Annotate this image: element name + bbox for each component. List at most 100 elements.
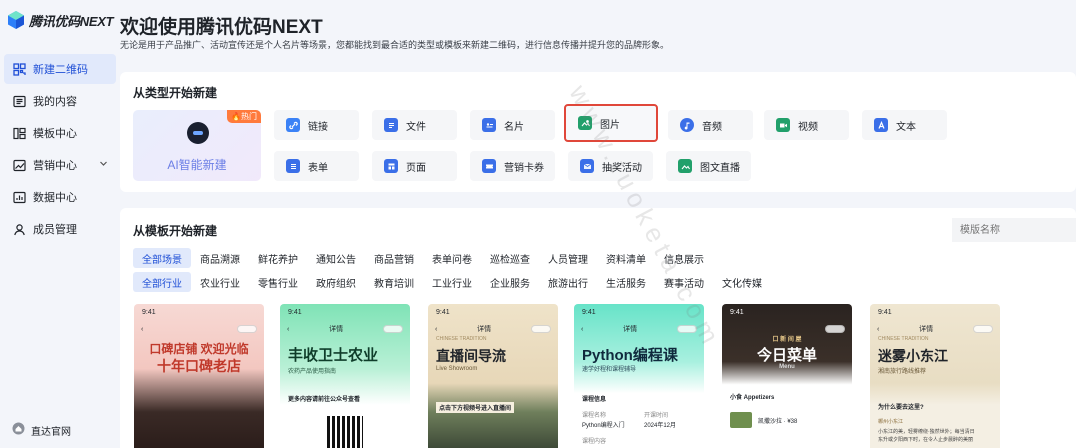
- sidebar: 腾讯优码NEXT 新建二维码 我的内容 模板中心 营销中心 数据中心 成员管理 …: [0, 0, 120, 448]
- template-card[interactable]: 9:41 ‹ 详情 CHINESE TRADITION 直播间导流 Live Sh…: [428, 304, 558, 448]
- sidebar-item-my-content[interactable]: 我的内容: [4, 86, 116, 116]
- back-icon: ‹: [287, 325, 290, 333]
- nav-title: 详情: [477, 326, 492, 333]
- hot-badge: 🔥热门: [227, 110, 261, 123]
- ai-create-label: AI智能新建: [167, 158, 227, 172]
- type-file-button[interactable]: 文件: [372, 110, 457, 140]
- menu-pill-icon: [825, 325, 845, 333]
- template-headline: Python编程课: [582, 347, 678, 364]
- type-label: 链接: [308, 121, 328, 133]
- type-page-button[interactable]: 页面: [372, 151, 457, 181]
- scene-chip[interactable]: 资料清单: [597, 248, 655, 268]
- template-card[interactable]: 9:41 ‹ 详情 CHINESE TRADITION 迷雾小东江 湘南旅行路线推…: [870, 304, 1000, 448]
- template-row-value: 东升或夕阳西下时，在令人止步晨醉的美丽: [878, 437, 974, 443]
- sidebar-item-template-center[interactable]: 模板中心: [4, 118, 116, 148]
- qrcode-icon: [12, 62, 26, 76]
- type-lottery-button[interactable]: 抽奖活动: [568, 151, 653, 181]
- scene-chip[interactable]: 信息展示: [655, 248, 713, 268]
- ai-create-card[interactable]: 🔥热门 AI智能新建: [133, 110, 261, 181]
- scene-chip[interactable]: 全部场景: [133, 248, 191, 268]
- template-card[interactable]: 9:41 口 新 间 屋 今日菜单 Menu 小食 Appetizers 凯撒沙…: [722, 304, 852, 448]
- nav-title: 详情: [623, 326, 638, 333]
- template-headline: 口碑店铺 欢迎光临: [149, 342, 249, 356]
- sidebar-item-new-qrcode[interactable]: 新建二维码: [4, 54, 116, 84]
- industry-chip[interactable]: 农业行业: [191, 272, 249, 292]
- template-sub: 湘南旅行路线推荐: [878, 369, 927, 375]
- template-row-label: 郴州小东江: [878, 419, 904, 425]
- status-time: 9:41: [142, 309, 156, 316]
- video-icon: [776, 118, 790, 132]
- create-by-template-card: 从模板开始新建 全部场景 商品溯源 鲜花养护 通知公告 商品营销 表单问卷 巡检…: [120, 208, 1076, 448]
- template-nav: ‹ 详情: [574, 322, 704, 336]
- menu-pill-icon: [973, 325, 993, 333]
- template-extra: 为什么要去这里?: [878, 405, 924, 411]
- industry-chip[interactable]: 工业行业: [423, 272, 481, 292]
- industry-chip[interactable]: 政府组织: [307, 272, 365, 292]
- type-label: 名片: [504, 121, 524, 133]
- type-link-button[interactable]: 链接: [274, 110, 359, 140]
- industry-chip[interactable]: 生活服务: [597, 272, 655, 292]
- template-row-label: 课程内容: [582, 439, 607, 445]
- official-site-link[interactable]: 直达官网: [12, 422, 71, 438]
- menu-pill-icon: [237, 325, 257, 333]
- form-icon: [286, 159, 300, 173]
- official-site-label: 直达官网: [31, 426, 71, 438]
- back-icon: ‹: [877, 325, 880, 333]
- type-image-button[interactable]: 图片: [564, 104, 658, 142]
- template-top: CHINESE TRADITION: [878, 336, 929, 342]
- data-icon: [12, 190, 26, 204]
- template-nav: ‹: [134, 322, 264, 336]
- industry-chip[interactable]: 文化传媒: [713, 272, 771, 292]
- template-headline: 丰收卫士农业: [288, 347, 379, 364]
- sidebar-item-member-management[interactable]: 成员管理: [4, 214, 116, 244]
- industry-chip[interactable]: 教育培训: [365, 272, 423, 292]
- industry-chip[interactable]: 旅游出行: [539, 272, 597, 292]
- marketing-icon: [12, 158, 26, 172]
- scene-chip[interactable]: 人员管理: [539, 248, 597, 268]
- template-card[interactable]: 9:41 ‹ 口碑店铺 欢迎光临 十年口碑老店: [134, 304, 264, 448]
- section-title: 从类型开始新建: [133, 86, 218, 100]
- scene-chip[interactable]: 鲜花养护: [249, 248, 307, 268]
- industry-chip[interactable]: 全部行业: [133, 272, 191, 292]
- type-card-button[interactable]: 名片: [470, 110, 555, 140]
- template-card[interactable]: 9:41 ‹ 详情 丰收卫士农业 农药产品使用指南 更多内容请前往公众号查看: [280, 304, 410, 448]
- template-search-input[interactable]: [952, 218, 1076, 242]
- status-time: 9:41: [582, 309, 596, 316]
- audio-icon: [680, 118, 694, 132]
- sidebar-item-data-center[interactable]: 数据中心: [4, 182, 116, 212]
- template-icon: [12, 126, 26, 140]
- member-icon: [12, 222, 26, 236]
- page-title: 欢迎使用腾讯优码NEXT: [120, 17, 323, 38]
- scene-chip[interactable]: 表单问卷: [423, 248, 481, 268]
- type-label: 抽奖活动: [602, 162, 642, 174]
- type-video-button[interactable]: 视频: [764, 110, 849, 140]
- text-icon: [874, 118, 888, 132]
- scene-chip[interactable]: 巡检巡查: [481, 248, 539, 268]
- type-coupon-button[interactable]: 营销卡券: [470, 151, 555, 181]
- page-subtitle: 无论是用于产品推广、活动宣传还是个人名片等场景，您都能找到最合适的类型或模板来新…: [120, 40, 670, 50]
- app-logo[interactable]: 腾讯优码NEXT: [8, 9, 114, 31]
- lottery-icon: [580, 159, 594, 173]
- type-label: 表单: [308, 162, 328, 174]
- status-time: 9:41: [730, 309, 744, 316]
- status-time: 9:41: [288, 309, 302, 316]
- type-audio-button[interactable]: 音频: [668, 110, 753, 140]
- main-content: 欢迎使用腾讯优码NEXT 无论是用于产品推广、活动宣传还是个人名片等场景，您都能…: [120, 0, 1076, 448]
- content-icon: [12, 94, 26, 108]
- nav-title: 详情: [919, 326, 934, 333]
- industry-chip[interactable]: 赛事活动: [655, 272, 713, 292]
- scene-chip[interactable]: 通知公告: [307, 248, 365, 268]
- type-text-button[interactable]: 文本: [862, 110, 947, 140]
- sidebar-item-marketing-center[interactable]: 营销中心: [4, 150, 116, 180]
- chevron-down-icon[interactable]: [99, 159, 108, 170]
- industry-chip[interactable]: 企业服务: [481, 272, 539, 292]
- type-live-button[interactable]: 图文直播: [666, 151, 751, 181]
- template-top: CHINESE TRADITION: [436, 336, 487, 342]
- dish-image: [730, 412, 752, 428]
- template-card[interactable]: 9:41 ‹ 详情 Python编程课 速学好程和课程辅导 课程信息 课程名称 开…: [574, 304, 704, 448]
- scene-chip[interactable]: 商品营销: [365, 248, 423, 268]
- scene-chip[interactable]: 商品溯源: [191, 248, 249, 268]
- industry-chip[interactable]: 零售行业: [249, 272, 307, 292]
- status-bar: 9:41: [280, 304, 410, 322]
- type-form-button[interactable]: 表单: [274, 151, 359, 181]
